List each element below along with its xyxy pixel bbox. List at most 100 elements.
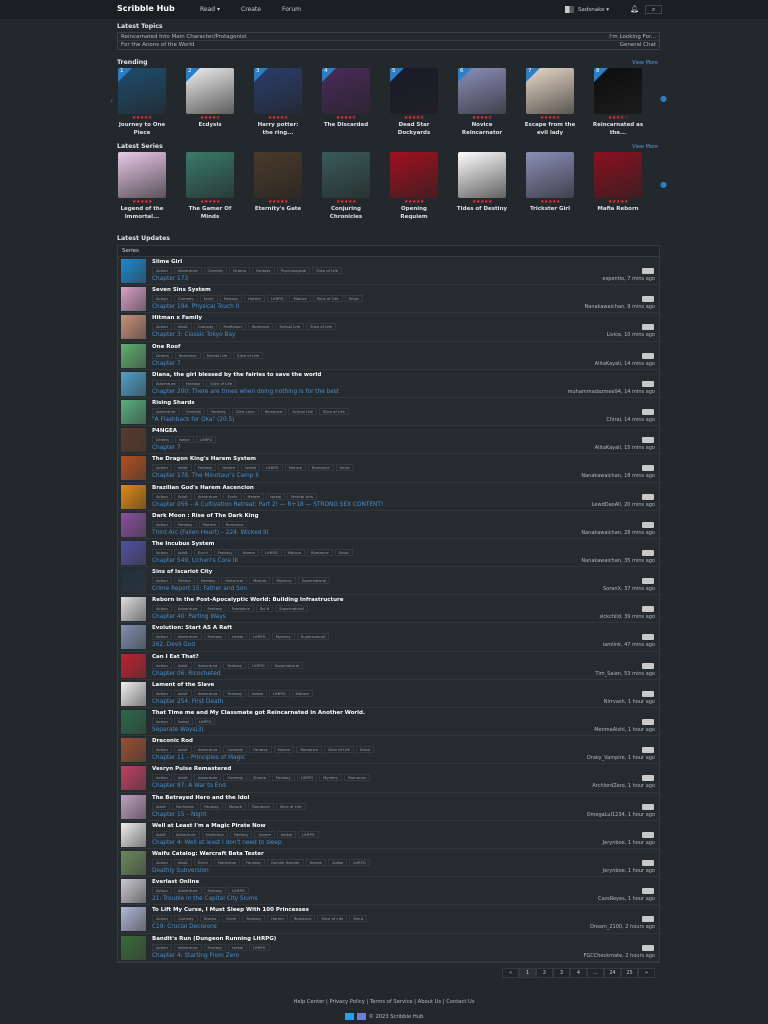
add-to-reading-list-button[interactable]	[642, 324, 654, 331]
series-thumbnail[interactable]	[121, 343, 146, 368]
genre-tag[interactable]: Adult	[173, 492, 192, 500]
genre-tag[interactable]: Harem	[244, 295, 265, 303]
chapter-link[interactable]: Chapter 11 – Principles of Magic	[152, 755, 245, 761]
genre-tag[interactable]: Martial Arts	[287, 492, 318, 500]
series-card[interactable]: 3 ★★★★⯪ Harry potter: the ring...	[252, 68, 304, 137]
genre-tag[interactable]: Adventure	[152, 407, 180, 415]
genre-tag[interactable]: Mature	[249, 577, 271, 585]
add-to-reading-list-button[interactable]	[642, 549, 654, 556]
genre-tag[interactable]: Action	[152, 492, 172, 500]
series-thumbnail[interactable]	[121, 456, 146, 481]
carousel-next-icon[interactable]: ●	[660, 180, 667, 189]
cover-image[interactable]	[458, 152, 506, 198]
genre-tag[interactable]: Fantasy	[223, 661, 247, 669]
genre-tag[interactable]: Action	[152, 548, 172, 556]
genre-tag[interactable]: Fantasy	[213, 548, 237, 556]
series-title[interactable]: Harry potter: the ring...	[252, 121, 304, 137]
series-title-link[interactable]: Lament of the Slave	[152, 682, 214, 688]
genre-tag[interactable]: Slice of Life	[233, 351, 264, 359]
chapter-link[interactable]: Crime Report 15: Father and Son	[152, 586, 247, 592]
cover-image[interactable]: 2	[186, 68, 234, 114]
genre-tag[interactable]: Comedy	[193, 323, 218, 331]
series-title-link[interactable]: Everlast Online	[152, 879, 199, 885]
topic-title[interactable]: For the Anons of the World	[121, 42, 194, 48]
genre-tag[interactable]: Fantasy	[223, 689, 247, 697]
chapter-link[interactable]: Chapter 173	[152, 276, 188, 282]
series-thumbnail[interactable]	[121, 569, 146, 594]
bell-icon[interactable]: 🔔︎	[630, 5, 639, 13]
cover-image[interactable]	[322, 152, 370, 198]
genre-tag[interactable]: Supernatural	[297, 577, 331, 585]
series-thumbnail[interactable]	[121, 259, 146, 283]
series-card[interactable]: ★★★★★ Tides of Destiny	[456, 152, 508, 213]
cover-image[interactable]: 5	[390, 68, 438, 114]
carousel-prev-icon[interactable]: ‹	[110, 96, 113, 105]
genre-tag[interactable]: Isekai	[248, 689, 268, 697]
genre-tag[interactable]: Romance	[289, 915, 316, 923]
chapter-link[interactable]: Chapter 4: Well at least I don't need to…	[152, 840, 282, 846]
footer-link[interactable]: Help Center	[293, 999, 324, 1005]
series-thumbnail[interactable]	[121, 907, 146, 932]
genre-tag[interactable]: Fantasy	[271, 774, 295, 782]
series-title-link[interactable]: The Dragon King's Harem System	[152, 456, 256, 462]
latest-series-view-more-link[interactable]: View More	[632, 144, 658, 150]
genre-tag[interactable]: Fanfiction	[219, 323, 246, 331]
genre-tag[interactable]: Isekai	[328, 858, 348, 866]
add-to-reading-list-button[interactable]	[642, 944, 654, 951]
genre-tag[interactable]: Fantasy	[203, 887, 227, 895]
genre-tag[interactable]: Harem	[218, 464, 240, 472]
genre-tag[interactable]: LitRPG	[249, 633, 270, 641]
series-thumbnail[interactable]	[121, 399, 146, 424]
add-to-reading-list-button[interactable]	[642, 268, 654, 274]
page-next-button[interactable]: »	[638, 968, 655, 978]
series-card[interactable]: 5 ★★★★⯪ Dead Star Dockyards	[388, 68, 440, 137]
genre-tag[interactable]: Isekai	[277, 830, 297, 838]
chapter-link[interactable]: Chapter 200: There are times when doing …	[152, 389, 339, 395]
genre-tag[interactable]: Isekai	[173, 718, 193, 725]
genre-tag[interactable]: Slice of Life	[306, 323, 336, 331]
series-title-link[interactable]: Diana, the girl blessed by the fairies t…	[152, 372, 321, 378]
series-thumbnail[interactable]	[121, 597, 146, 622]
cover-image[interactable]	[186, 152, 234, 198]
series-title[interactable]: Trickster Girl	[524, 205, 576, 213]
genre-tag[interactable]: Action	[152, 323, 172, 331]
genre-tag[interactable]: Adult	[173, 774, 192, 782]
nav-forum[interactable]: Forum	[282, 6, 301, 13]
add-to-reading-list-button[interactable]	[642, 437, 654, 444]
genre-tag[interactable]: Action	[152, 774, 172, 782]
cover-image[interactable]	[594, 152, 642, 198]
chapter-link[interactable]: "A Flashback for Oka" (20.5)	[152, 417, 234, 423]
genre-tag[interactable]: Gender Bender	[266, 858, 304, 866]
add-to-reading-list-button[interactable]	[642, 606, 654, 613]
genre-tag[interactable]: Adventure	[173, 887, 202, 895]
genre-tag[interactable]: Fantasy	[229, 830, 253, 838]
series-thumbnail[interactable]	[121, 287, 146, 312]
add-to-reading-list-button[interactable]	[642, 380, 654, 387]
genre-tag[interactable]: Slice of Life	[275, 802, 306, 810]
add-to-reading-list-button[interactable]	[642, 747, 654, 754]
series-title[interactable]: The Gamer Of Minds	[184, 205, 236, 221]
genre-tag[interactable]: Drama	[173, 577, 195, 585]
add-to-reading-list-button[interactable]	[642, 408, 654, 415]
genre-tag[interactable]: Adventure	[193, 746, 222, 754]
chapter-link[interactable]: 21: Trouble in the Capital City Slums	[152, 896, 258, 902]
genre-tag[interactable]: Adventure	[171, 830, 200, 838]
footer-link[interactable]: Contact Us	[446, 999, 474, 1005]
genre-tag[interactable]: Fantasy	[242, 915, 266, 923]
genre-tag[interactable]: Fantasy	[193, 464, 217, 472]
genre-tag[interactable]: Adult	[173, 464, 192, 472]
genre-tag[interactable]: Supernatural	[270, 661, 304, 669]
series-title-link[interactable]: Seven Sins System	[152, 287, 211, 293]
genre-tag[interactable]: Supernatural	[275, 605, 308, 613]
genre-tag[interactable]: Action	[152, 718, 172, 725]
genre-tag[interactable]: Smut	[334, 548, 353, 556]
genre-tag[interactable]: Comedy	[223, 746, 248, 754]
genre-tag[interactable]: Adult	[152, 830, 170, 838]
page-button[interactable]: 1	[519, 968, 536, 978]
genre-tag[interactable]: Isekai	[228, 633, 248, 641]
genre-tag[interactable]: Romance	[248, 802, 274, 810]
genre-tag[interactable]: Smut	[335, 464, 354, 472]
genre-tag[interactable]: Comedy	[173, 295, 198, 303]
genre-tag[interactable]: Fantasy	[196, 577, 220, 585]
genre-tag[interactable]: Adult	[173, 689, 192, 697]
